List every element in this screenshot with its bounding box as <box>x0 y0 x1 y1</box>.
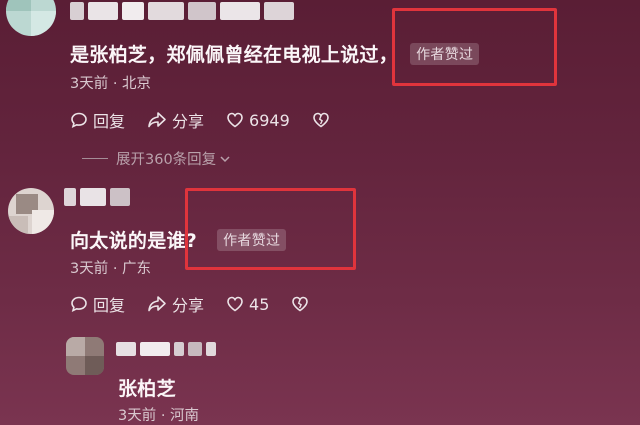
highlight-box <box>185 188 356 270</box>
share-icon <box>148 296 166 312</box>
chevron-down-icon <box>220 155 230 162</box>
comment-actions: 回复 分享 6949 <box>70 108 357 132</box>
avatar[interactable] <box>66 337 104 375</box>
broken-heart-icon <box>312 112 329 128</box>
broken-heart-icon <box>292 296 309 312</box>
reply-icon <box>71 296 87 312</box>
reply-button[interactable]: 回复 <box>70 108 125 132</box>
username-mosaic[interactable] <box>70 2 294 20</box>
comment-text-content: 向太说的是谁? <box>70 230 198 252</box>
divider <box>82 158 108 159</box>
share-button[interactable]: 分享 <box>147 292 204 316</box>
like-count: 45 <box>249 294 270 314</box>
reply-button[interactable]: 回复 <box>70 292 125 316</box>
expand-replies-button[interactable]: 展开360条回复 <box>82 148 232 169</box>
reply-label: 回复 <box>93 296 126 315</box>
like-button[interactable]: 45 <box>226 295 269 314</box>
comment-meta: 3天前 · 广东 <box>70 261 152 277</box>
comment-actions: 回复 分享 45 <box>70 292 336 316</box>
reply-meta: 3天前 · 河南 <box>118 408 200 424</box>
like-button[interactable]: 6949 <box>226 111 290 130</box>
dislike-button[interactable] <box>291 295 314 313</box>
reply-label: 回复 <box>93 112 126 131</box>
avatar[interactable] <box>8 188 54 234</box>
dislike-button[interactable] <box>312 111 335 129</box>
reply-text: 张柏芝 <box>118 378 176 400</box>
username-mosaic[interactable] <box>116 342 216 356</box>
heart-icon <box>227 112 243 128</box>
share-label: 分享 <box>172 112 205 131</box>
avatar[interactable] <box>6 0 56 36</box>
heart-icon <box>227 296 243 312</box>
username-mosaic[interactable] <box>64 188 130 206</box>
share-label: 分享 <box>172 296 205 315</box>
expand-replies-label: 展开360条回复 <box>116 152 217 168</box>
share-icon <box>148 112 166 128</box>
highlight-box <box>392 8 557 86</box>
like-count: 6949 <box>249 110 290 130</box>
comment-meta: 3天前 · 北京 <box>70 76 152 92</box>
share-button[interactable]: 分享 <box>147 108 204 132</box>
reply-icon <box>71 112 87 128</box>
comment-text-content: 是张柏芝，郑佩佩曾经在电视上说过， <box>70 44 399 66</box>
